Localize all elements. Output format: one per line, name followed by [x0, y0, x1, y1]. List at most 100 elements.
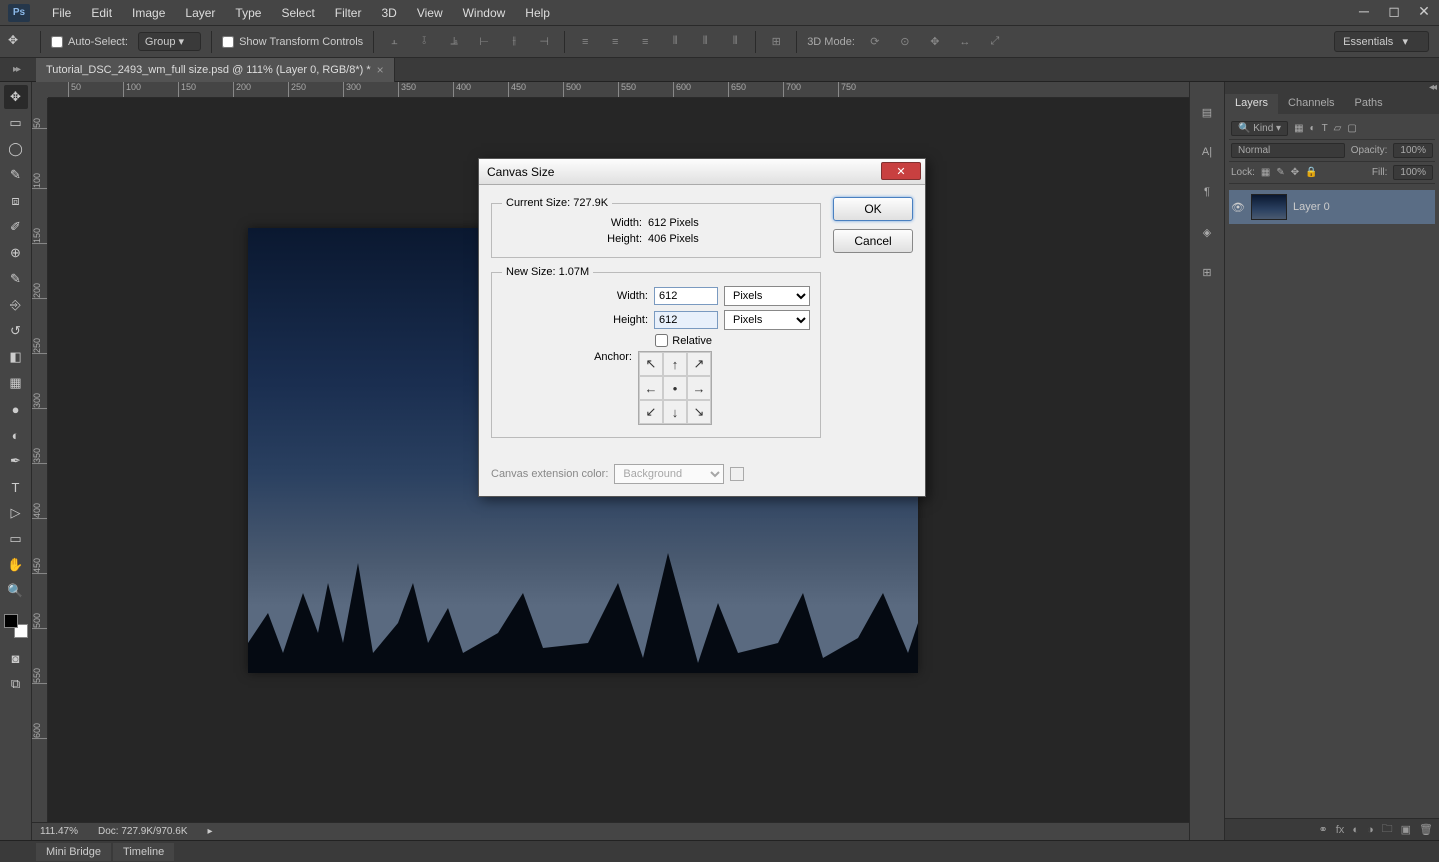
- lock-position-icon[interactable]: ✥: [1291, 167, 1299, 178]
- window-maximize-button[interactable]: ◻: [1379, 0, 1409, 22]
- ok-button[interactable]: OK: [833, 197, 913, 221]
- auto-align-icon[interactable]: ⊞: [766, 32, 786, 52]
- new-layer-icon[interactable]: ▣: [1401, 823, 1411, 836]
- lock-transparency-icon[interactable]: ▦: [1261, 167, 1270, 178]
- color-swatches[interactable]: [4, 614, 28, 638]
- layer-visibility-icon[interactable]: 👁: [1231, 201, 1245, 214]
- anchor-se[interactable]: ↘: [687, 400, 711, 424]
- layer-group-icon[interactable]: 🗀: [1382, 820, 1393, 839]
- menu-layer[interactable]: Layer: [175, 2, 225, 24]
- roll-3d-icon[interactable]: ⊙: [895, 32, 915, 52]
- filter-kind-select[interactable]: 🔍 Kind ▾: [1231, 121, 1288, 136]
- pan-3d-icon[interactable]: ✥: [925, 32, 945, 52]
- align-left-icon[interactable]: ⊢: [474, 32, 494, 52]
- brush-tool[interactable]: ✎: [4, 267, 28, 291]
- new-height-input[interactable]: [654, 311, 718, 329]
- blend-mode-select[interactable]: Normal: [1231, 143, 1345, 158]
- anchor-n[interactable]: ↑: [663, 352, 687, 376]
- distribute-left-icon[interactable]: ⦀: [665, 32, 685, 52]
- lock-all-icon[interactable]: 🔒: [1305, 167, 1317, 178]
- screen-mode-tool[interactable]: ⧉: [4, 672, 28, 696]
- eraser-tool[interactable]: ◧: [4, 345, 28, 369]
- 3d-panel-icon[interactable]: ◈: [1197, 222, 1217, 242]
- distribute-vcenter-icon[interactable]: ≡: [605, 32, 625, 52]
- filter-pixel-icon[interactable]: ▦: [1294, 123, 1303, 134]
- window-close-button[interactable]: ✕: [1409, 0, 1439, 22]
- path-select-tool[interactable]: ▷: [4, 501, 28, 525]
- move-tool[interactable]: ✥: [4, 85, 28, 109]
- distribute-hcenter-icon[interactable]: ⦀: [695, 32, 715, 52]
- dialog-close-button[interactable]: ✕: [881, 162, 921, 180]
- menu-image[interactable]: Image: [122, 2, 175, 24]
- doc-size-label[interactable]: Doc: 727.9K/970.6K: [98, 826, 188, 837]
- align-bottom-icon[interactable]: ⫡: [444, 32, 464, 52]
- filter-adjustment-icon[interactable]: ◐: [1310, 123, 1316, 134]
- type-tool[interactable]: T: [4, 475, 28, 499]
- menu-view[interactable]: View: [407, 2, 453, 24]
- distribute-right-icon[interactable]: ⦀: [725, 32, 745, 52]
- delete-layer-icon[interactable]: 🗑: [1419, 823, 1433, 836]
- layer-row[interactable]: 👁 Layer 0: [1229, 190, 1435, 224]
- close-tab-icon[interactable]: ×: [377, 63, 384, 77]
- paragraph-panel-icon[interactable]: ¶: [1197, 182, 1217, 202]
- menu-3d[interactable]: 3D: [371, 2, 406, 24]
- properties-panel-icon[interactable]: ⊞: [1197, 262, 1217, 282]
- new-width-units-select[interactable]: Pixels: [724, 286, 810, 306]
- cancel-button[interactable]: Cancel: [833, 229, 913, 253]
- mini-bridge-tab[interactable]: Mini Bridge: [36, 843, 111, 861]
- paths-tab[interactable]: Paths: [1345, 94, 1393, 114]
- filter-smart-icon[interactable]: ▢: [1347, 123, 1356, 134]
- workspace-select[interactable]: Essentials ▾: [1334, 31, 1429, 52]
- dodge-tool[interactable]: ◐: [4, 423, 28, 447]
- align-top-icon[interactable]: ⫠: [384, 32, 404, 52]
- layer-name-label[interactable]: Layer 0: [1293, 201, 1330, 213]
- menu-filter[interactable]: Filter: [325, 2, 372, 24]
- collapse-panels-icon[interactable]: ◂◂: [1429, 82, 1435, 93]
- new-height-units-select[interactable]: Pixels: [724, 310, 810, 330]
- healing-tool[interactable]: ⊕: [4, 241, 28, 265]
- filter-type-icon[interactable]: T: [1322, 123, 1328, 134]
- status-more-icon[interactable]: ▸: [208, 826, 213, 837]
- history-panel-icon[interactable]: ▤: [1197, 102, 1217, 122]
- menu-edit[interactable]: Edit: [81, 2, 122, 24]
- zoom-level[interactable]: 111.47%: [40, 826, 78, 837]
- ruler-origin[interactable]: [32, 82, 48, 98]
- lasso-tool[interactable]: ◯: [4, 137, 28, 161]
- crop-tool[interactable]: ⧈: [4, 189, 28, 213]
- filter-shape-icon[interactable]: ▱: [1334, 123, 1342, 134]
- foreground-swatch[interactable]: [4, 614, 18, 628]
- layer-fx-icon[interactable]: fx: [1336, 824, 1345, 836]
- anchor-w[interactable]: ←: [639, 376, 663, 400]
- anchor-sw[interactable]: ↙: [639, 400, 663, 424]
- eyedropper-tool[interactable]: ✐: [4, 215, 28, 239]
- distribute-top-icon[interactable]: ≡: [575, 32, 595, 52]
- anchor-ne[interactable]: ↗: [687, 352, 711, 376]
- gradient-tool[interactable]: ▦: [4, 371, 28, 395]
- anchor-center[interactable]: •: [663, 376, 687, 400]
- orbit-3d-icon[interactable]: ⟳: [865, 32, 885, 52]
- pen-tool[interactable]: ✒: [4, 449, 28, 473]
- align-vcenter-icon[interactable]: ⫱: [414, 32, 434, 52]
- timeline-tab[interactable]: Timeline: [113, 843, 174, 861]
- adjustment-layer-icon[interactable]: ◑: [1367, 824, 1374, 836]
- horizontal-ruler[interactable]: 5010015020025030035040045050055060065070…: [48, 82, 1189, 98]
- menu-type[interactable]: Type: [225, 2, 271, 24]
- link-layers-icon[interactable]: ⚭: [1319, 823, 1328, 836]
- layers-tab[interactable]: Layers: [1225, 94, 1278, 114]
- window-minimize-button[interactable]: ─: [1349, 0, 1379, 22]
- marquee-tool[interactable]: ▭: [4, 111, 28, 135]
- channels-tab[interactable]: Channels: [1278, 94, 1344, 114]
- align-hcenter-icon[interactable]: ⫲: [504, 32, 524, 52]
- document-tab[interactable]: Tutorial_DSC_2493_wm_full size.psd @ 111…: [36, 58, 395, 82]
- blur-tool[interactable]: ●: [4, 397, 28, 421]
- layer-mask-icon[interactable]: ◐: [1352, 824, 1359, 836]
- expand-dock-icon[interactable]: ▸▸: [4, 64, 28, 75]
- auto-select-checkbox[interactable]: Auto-Select:: [51, 36, 128, 48]
- slide-3d-icon[interactable]: ↔: [955, 32, 975, 52]
- scale-3d-icon[interactable]: ⤢: [985, 32, 1005, 52]
- dialog-titlebar[interactable]: Canvas Size ✕: [479, 159, 925, 185]
- anchor-nw[interactable]: ↖: [639, 352, 663, 376]
- quick-select-tool[interactable]: ✎: [4, 163, 28, 187]
- hand-tool[interactable]: ✋: [4, 553, 28, 577]
- opacity-input[interactable]: 100%: [1393, 143, 1433, 158]
